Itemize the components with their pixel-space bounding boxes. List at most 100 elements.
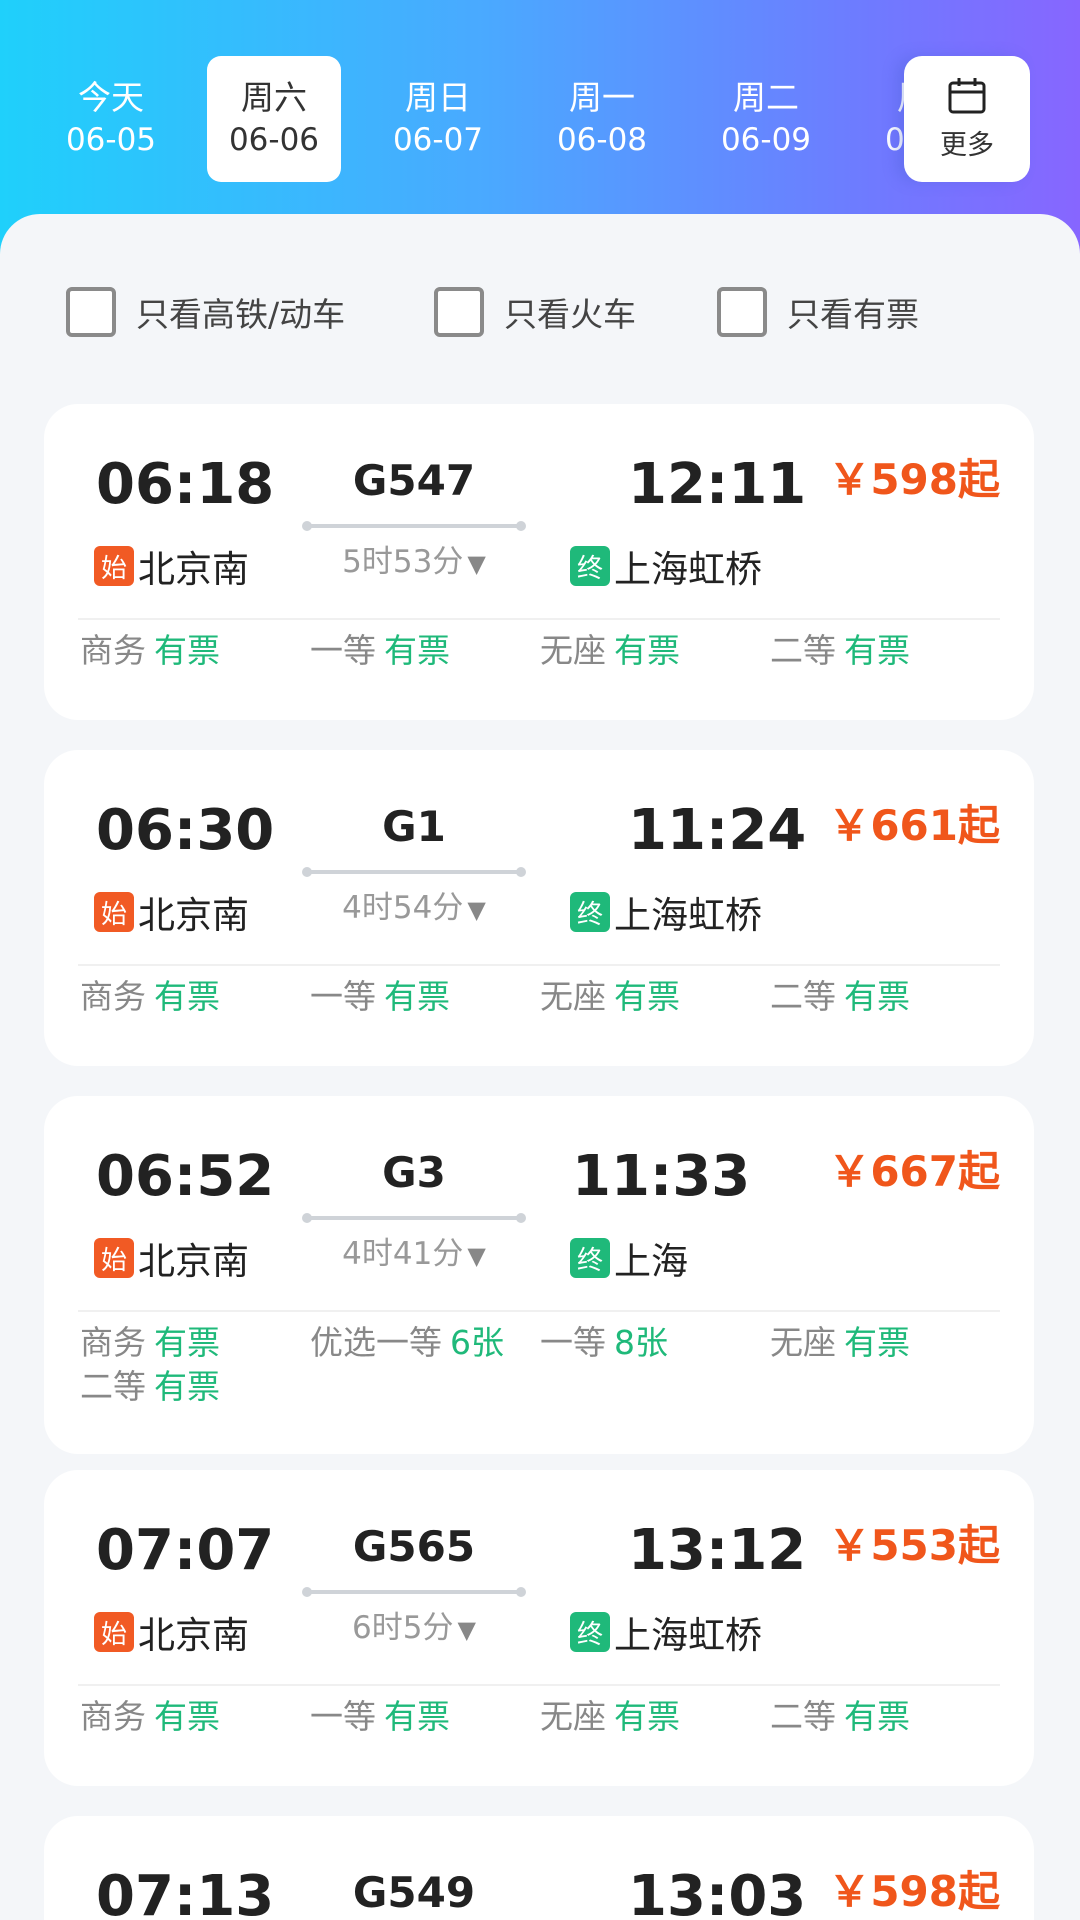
seat-item: 无座 有票 <box>770 1320 910 1366</box>
departure-station: 始 北京南 <box>94 1608 249 1657</box>
filter-label: 只看高铁/动车 <box>136 295 346 334</box>
seat-class: 商务 <box>80 631 146 670</box>
seat-availability: 有票 <box>384 631 450 670</box>
end-badge: 终 <box>570 546 610 586</box>
seat-availability: 有票 <box>614 1697 680 1736</box>
seat-item: 二等 有票 <box>80 1364 220 1410</box>
departure-station: 始 北京南 <box>94 542 249 591</box>
date-tab-weekday: 周二 <box>733 78 799 117</box>
arrival-time: 11:33 <box>572 1144 751 1209</box>
duration[interactable]: 4时41分 ▼ <box>304 1232 524 1278</box>
station-name: 北京南 <box>138 1614 249 1657</box>
train-card-G549[interactable]: 07:13 G549 13:03 ￥598起 <box>44 1816 1034 1920</box>
seat-availability: 有票 <box>154 1697 220 1736</box>
arrival-station: 终 上海虹桥 <box>570 1608 762 1657</box>
date-tab-weekday: 周日 <box>405 78 471 117</box>
filter-bar: 只看高铁/动车 只看火车 只看有票 <box>0 284 1080 340</box>
duration[interactable]: 6时5分 ▼ <box>304 1606 524 1652</box>
caret-down-icon: ▼ <box>467 896 486 924</box>
arrival-time: 13:12 <box>628 1518 807 1583</box>
departure-time: 07:07 <box>96 1518 275 1583</box>
filter-label: 只看火车 <box>504 295 636 334</box>
price: ￥598起 <box>828 1867 1000 1916</box>
date-tab-0605[interactable]: 今天 06-05 <box>44 56 178 182</box>
date-tab-weekday: 今天 <box>78 78 144 117</box>
more-dates-button[interactable]: 更多 <box>904 56 1030 182</box>
station-name: 上海 <box>614 1240 688 1283</box>
date-tab-0606[interactable]: 周六 06-06 <box>207 56 341 182</box>
seat-class: 无座 <box>540 977 606 1016</box>
seat-class: 二等 <box>80 1367 146 1406</box>
seat-class: 无座 <box>770 1323 836 1362</box>
arrival-time: 13:03 <box>628 1864 807 1920</box>
train-number: G3 <box>382 1148 446 1197</box>
price: ￥598起 <box>828 455 1000 504</box>
duration-text: 6时5分 <box>352 1610 454 1646</box>
seat-item: 优选一等 6张 <box>310 1320 504 1366</box>
seat-availability: 有票 <box>844 631 910 670</box>
date-tab-date: 06-07 <box>392 122 484 158</box>
duration[interactable]: 5时53分 ▼ <box>304 540 524 586</box>
duration-text: 5时53分 <box>342 544 464 580</box>
date-tab-weekday: 周一 <box>569 78 635 117</box>
arrival-time: 11:24 <box>628 798 807 863</box>
date-tab-0608[interactable]: 周一 06-08 <box>535 56 669 182</box>
date-tab-date: 06-09 <box>720 122 812 158</box>
seat-availability: 有票 <box>154 631 220 670</box>
seat-item: 一等 8张 <box>540 1320 668 1366</box>
arrival-station: 终 上海虹桥 <box>570 542 762 591</box>
start-badge: 始 <box>94 892 134 932</box>
date-tab-weekday: 周六 <box>241 78 307 117</box>
seat-item: 二等 有票 <box>770 628 910 674</box>
departure-station: 始 北京南 <box>94 1234 249 1283</box>
more-dates-label: 更多 <box>940 129 994 161</box>
date-tab-date: 06-05 <box>65 122 157 158</box>
seat-class: 无座 <box>540 1697 606 1736</box>
arrival-time: 12:11 <box>628 452 807 517</box>
seat-class: 商务 <box>80 977 146 1016</box>
station-name: 上海虹桥 <box>614 1614 762 1657</box>
arrival-station: 终 上海虹桥 <box>570 888 762 937</box>
seat-availability: 6张 <box>450 1323 504 1362</box>
seat-class: 一等 <box>310 631 376 670</box>
filter-train-checkbox[interactable] <box>434 287 484 337</box>
seat-availability: 有票 <box>154 1323 220 1362</box>
seat-availability: 有票 <box>614 977 680 1016</box>
filter-available-checkbox[interactable] <box>717 287 767 337</box>
seat-class: 二等 <box>770 977 836 1016</box>
station-name: 上海虹桥 <box>614 894 762 937</box>
date-tab-0607[interactable]: 周日 06-07 <box>371 56 505 182</box>
seat-class: 优选一等 <box>310 1323 442 1362</box>
divider <box>78 1684 1000 1686</box>
duration-text: 4时41分 <box>342 1236 464 1272</box>
filter-available[interactable]: 只看有票 <box>717 284 919 340</box>
train-card-G565[interactable]: 07:07 G565 6时5分 ▼ 13:12 ￥553起 始 北京南 终 上海虹… <box>44 1470 1034 1786</box>
route-line <box>302 521 526 531</box>
train-card-G1[interactable]: 06:30 G1 4时54分 ▼ 11:24 ￥661起 始 北京南 终 上海虹桥… <box>44 750 1034 1066</box>
filter-highspeed[interactable]: 只看高铁/动车 <box>66 284 345 340</box>
seat-class: 无座 <box>540 631 606 670</box>
train-card-G3[interactable]: 06:52 G3 4时41分 ▼ 11:33 ￥667起 始 北京南 终 上海 商… <box>44 1096 1034 1454</box>
station-name: 上海虹桥 <box>614 548 762 591</box>
filter-highspeed-checkbox[interactable] <box>66 287 116 337</box>
seat-class: 商务 <box>80 1697 146 1736</box>
duration[interactable]: 4时54分 ▼ <box>304 886 524 932</box>
seat-class: 一等 <box>310 1697 376 1736</box>
train-card-G547[interactable]: 06:18 G547 5时53分 ▼ 12:11 ￥598起 始 北京南 终 上海… <box>44 404 1034 720</box>
departure-time: 06:18 <box>96 452 275 517</box>
seat-item: 商务 有票 <box>80 974 220 1020</box>
filter-train[interactable]: 只看火车 <box>434 284 636 340</box>
seat-class: 商务 <box>80 1323 146 1362</box>
seat-item: 无座 有票 <box>540 628 680 674</box>
arrival-station: 终 上海 <box>570 1234 688 1283</box>
departure-time: 06:52 <box>96 1144 275 1209</box>
caret-down-icon: ▼ <box>457 1616 476 1644</box>
start-badge: 始 <box>94 1612 134 1652</box>
caret-down-icon: ▼ <box>467 1242 486 1270</box>
date-tab-0609[interactable]: 周二 06-09 <box>699 56 833 182</box>
station-name: 北京南 <box>138 1240 249 1283</box>
seat-availability: 8张 <box>614 1323 668 1362</box>
start-badge: 始 <box>94 1238 134 1278</box>
divider <box>78 1310 1000 1312</box>
station-name: 北京南 <box>138 894 249 937</box>
